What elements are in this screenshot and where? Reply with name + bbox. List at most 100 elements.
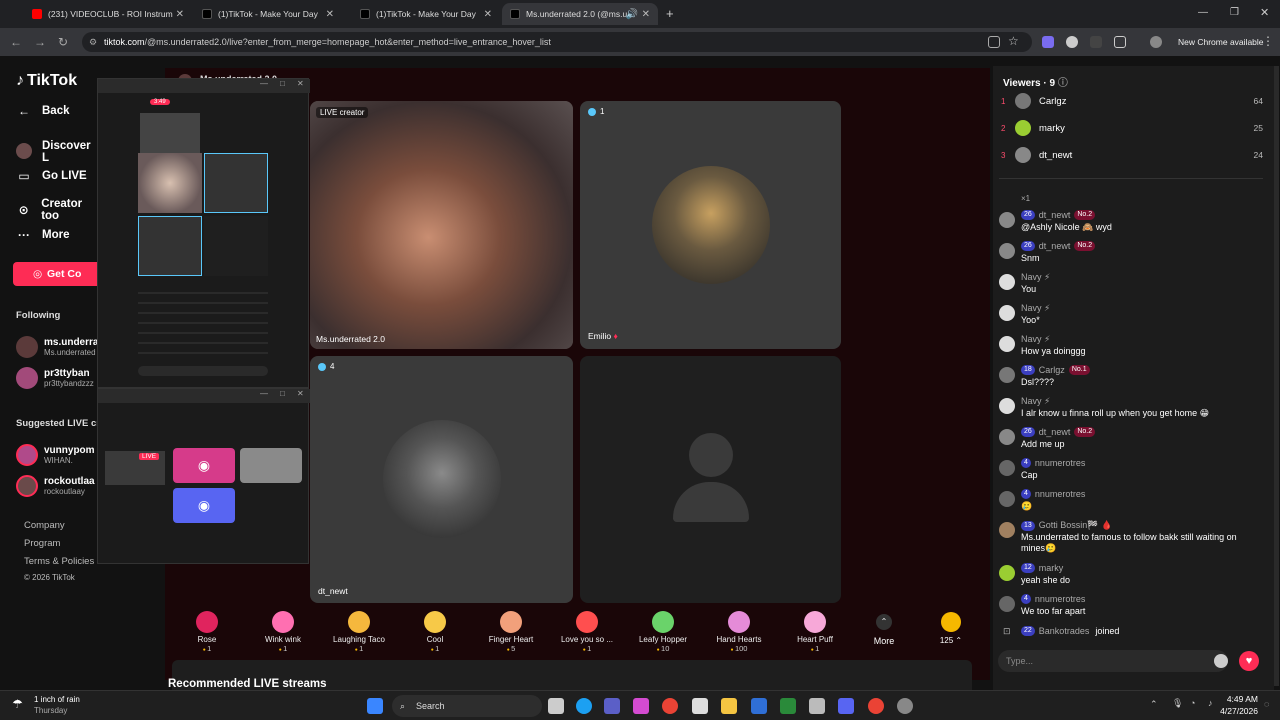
message-user[interactable]: nnumerotres	[1035, 489, 1086, 499]
close-icon[interactable]: ✕	[297, 389, 304, 398]
guest-tile-emilio[interactable]: 1 Emilio ♦	[580, 101, 841, 349]
overlay-titlebar[interactable]: — □ ✕	[98, 389, 310, 403]
overlay-window-apps[interactable]: — □ ✕ LIVE ◉ ◉	[97, 388, 310, 564]
overlay-titlebar[interactable]: — □ ✕	[98, 79, 310, 93]
creator-tools-nav[interactable]: ⊙ Creator too	[16, 198, 100, 222]
weather-text[interactable]: 1 inch of rain	[34, 695, 80, 704]
clock-time[interactable]: 4:49 AM	[1222, 694, 1258, 704]
avatar[interactable]	[999, 367, 1015, 383]
gift-item[interactable]: Leafy Hopper ● 10	[628, 605, 698, 653]
windows-start-icon[interactable]	[367, 698, 383, 714]
chrome-active-icon[interactable]	[868, 698, 884, 714]
message-user[interactable]: nnumerotres	[1035, 594, 1086, 604]
footer-company[interactable]: Company	[24, 520, 65, 531]
xbox-icon[interactable]	[780, 698, 796, 714]
close-icon[interactable]: ✕	[297, 79, 304, 88]
avatar[interactable]	[999, 305, 1015, 321]
emoji-icon[interactable]	[1214, 654, 1228, 668]
minimize-icon[interactable]: —	[260, 79, 268, 88]
footer-terms[interactable]: Terms & Policies	[24, 556, 94, 567]
avatar[interactable]	[999, 460, 1015, 476]
message-user[interactable]: nnumerotres	[1035, 458, 1086, 468]
store-icon[interactable]	[692, 698, 708, 714]
avatar[interactable]	[999, 336, 1015, 352]
avatar[interactable]	[999, 243, 1015, 259]
message-user[interactable]: Carlgz	[1039, 365, 1065, 375]
message-user[interactable]: Navy ⚡	[1021, 303, 1050, 314]
viewer-row[interactable]: 2 marky 25	[1001, 120, 1263, 136]
guest-name[interactable]: dt_newt	[318, 586, 348, 596]
go-live-nav[interactable]: ▭ Go LIVE	[16, 169, 86, 183]
creator-tile-name[interactable]: Ms.underrated 2.0	[316, 334, 385, 344]
chrome-icon[interactable]	[662, 698, 678, 714]
gift-item[interactable]: Laughing Taco ● 1	[324, 605, 394, 653]
weather-icon[interactable]: ☂	[12, 697, 23, 711]
avatar[interactable]	[999, 429, 1015, 445]
more-nav[interactable]: ··· More	[16, 228, 69, 242]
close-icon[interactable]: ✕	[642, 9, 650, 20]
copilot-icon[interactable]	[633, 698, 649, 714]
edge-icon[interactable]	[576, 698, 592, 714]
avatar[interactable]	[999, 596, 1015, 612]
chat-input[interactable]: Type...	[998, 650, 1228, 672]
extension-icon[interactable]	[1090, 36, 1102, 48]
speaker-icon[interactable]: 🔊	[626, 9, 638, 20]
wifi-icon[interactable]: ◔	[1190, 698, 1195, 708]
guest-name[interactable]: Emilio ♦	[588, 331, 618, 341]
url-field[interactable]: ⚙ tiktok.com/@ms.underrated2.0/live?ente…	[82, 32, 1032, 52]
discover-live-nav[interactable]: Discover L	[16, 140, 100, 164]
close-window-icon[interactable]: ✕	[1260, 6, 1269, 19]
message-user[interactable]: Navy ⚡	[1021, 334, 1050, 345]
extension-icon[interactable]	[1066, 36, 1078, 48]
overlay-window-mirror[interactable]: — □ ✕ 3:49	[97, 78, 310, 388]
new-chrome-available[interactable]: New Chrome available	[1178, 37, 1264, 47]
avatar[interactable]	[999, 274, 1015, 290]
close-icon[interactable]: ✕	[176, 9, 184, 20]
get-coins-button[interactable]: ◎ Get Co	[13, 262, 103, 286]
avatar[interactable]	[999, 212, 1015, 228]
following-user[interactable]: ms.underrat Ms.underrated	[16, 336, 102, 358]
back-arrow-icon[interactable]: ←	[10, 35, 22, 49]
avatar[interactable]	[999, 565, 1015, 581]
browser-tab-4[interactable]: Ms.underrated 2.0 (@ms.u 🔊 ✕	[502, 3, 658, 25]
tray-chevron-icon[interactable]: ⌃	[1150, 699, 1158, 710]
browser-tab-1[interactable]: (231) VIDEOCLUB - ROI Instrum ✕	[24, 3, 192, 25]
reload-icon[interactable]: ↻	[58, 35, 68, 49]
file-explorer-icon[interactable]	[721, 698, 737, 714]
close-icon[interactable]: ✕	[326, 9, 334, 20]
following-user[interactable]: pr3ttyban pr3ttybandzzz	[16, 367, 94, 389]
gift-item[interactable]: Rose ● 1	[172, 605, 242, 653]
guest-tile-dt-newt[interactable]: 4 dt_newt	[310, 356, 573, 603]
close-icon[interactable]: ✕	[484, 9, 492, 20]
minimize-icon[interactable]: —	[1198, 7, 1208, 18]
forward-arrow-icon[interactable]: →	[34, 35, 46, 49]
gift-item[interactable]: Wink wink ● 1	[248, 605, 318, 653]
gift-item[interactable]: Cool ● 1	[400, 605, 470, 653]
maximize-icon[interactable]: □	[280, 79, 285, 88]
message-user[interactable]: marky	[1039, 563, 1064, 573]
avatar[interactable]	[999, 522, 1015, 538]
heart-icon[interactable]: ♥	[1239, 651, 1259, 671]
coin-balance-button[interactable]: 125 ⌃	[933, 608, 969, 645]
message-user[interactable]: dt_newt	[1039, 210, 1071, 220]
profile-avatar[interactable]	[1150, 36, 1162, 48]
discord-icon[interactable]	[838, 698, 854, 714]
info-icon[interactable]: ⓘ	[1058, 78, 1068, 89]
message-user[interactable]: dt_newt	[1039, 427, 1071, 437]
empty-guest-slot[interactable]	[580, 356, 841, 603]
page-scrollbar[interactable]	[1274, 66, 1279, 686]
browser-tab-3[interactable]: (1)TikTok - Make Your Day ✕	[352, 3, 500, 25]
viewer-row[interactable]: 3 dt_newt 24	[1001, 147, 1263, 163]
live-thumbnail[interactable]: LIVE	[105, 451, 165, 485]
clock-date[interactable]: 4/27/2026	[1212, 706, 1258, 716]
suggested-user[interactable]: rockoutlaa rockoutlaay	[16, 475, 95, 497]
microphone-icon[interactable]: 🎙	[1172, 698, 1183, 709]
avatar[interactable]	[999, 491, 1015, 507]
maximize-icon[interactable]: ❐	[1230, 7, 1239, 18]
avatar[interactable]	[999, 398, 1015, 414]
message-user[interactable]: dt_newt	[1039, 241, 1071, 251]
taskbar-search[interactable]: ⌕ Search	[392, 695, 542, 717]
more-gifts-button[interactable]: ⌃ More	[862, 608, 906, 646]
maximize-icon[interactable]: □	[280, 389, 285, 398]
gift-item[interactable]: Heart Puff ● 1	[780, 605, 850, 653]
